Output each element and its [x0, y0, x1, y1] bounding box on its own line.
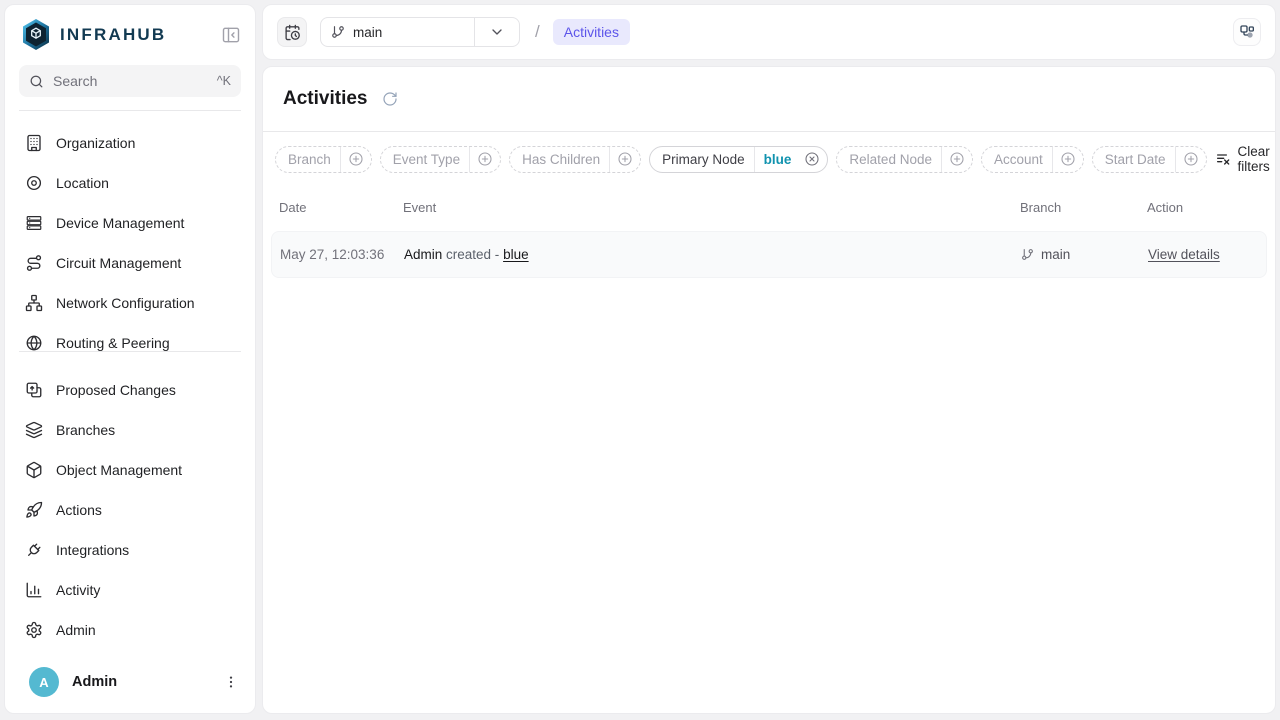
kebab-menu-icon — [223, 674, 239, 690]
remove-filter-icon[interactable] — [797, 151, 827, 167]
layers-icon — [25, 421, 43, 439]
server-icon — [25, 214, 43, 232]
diff-copy-icon — [25, 381, 43, 399]
sidebar-item-activity[interactable]: Activity — [13, 570, 247, 610]
sidebar-nav-secondary: Proposed Changes Branches Object Managem… — [5, 352, 255, 650]
main-panel: Activities Branch Event Type Has Chil — [262, 66, 1276, 714]
schema-graph-icon — [1239, 24, 1255, 40]
cube-icon — [25, 461, 43, 479]
row-action: View details — [1148, 247, 1258, 262]
filter-chip-related-node[interactable]: Related Node — [836, 146, 973, 173]
sidebar-nav-primary: Organization Location Device Management — [5, 111, 255, 351]
refresh-button[interactable] — [380, 89, 400, 109]
column-header-branch: Branch — [1020, 200, 1147, 215]
sidebar-header: INFRAHUB — [5, 5, 255, 61]
git-branch-icon — [331, 25, 345, 39]
sidebar-item-actions[interactable]: Actions — [13, 490, 247, 530]
sidebar-item-routing-peering[interactable]: Routing & Peering — [13, 323, 247, 351]
sidebar-item-admin[interactable]: Admin — [13, 610, 247, 650]
row-event: Admin created - blue — [404, 247, 1021, 262]
search-input[interactable]: Search ^K — [19, 65, 241, 97]
column-header-event: Event — [403, 200, 1020, 215]
add-filter-icon — [610, 151, 640, 167]
sidebar-item-branches[interactable]: Branches — [13, 410, 247, 450]
chevron-down-icon — [475, 24, 519, 40]
add-filter-icon — [470, 151, 500, 167]
sidebar-item-integrations[interactable]: Integrations — [13, 530, 247, 570]
sidebar-item-device-management[interactable]: Device Management — [13, 203, 247, 243]
filter-chip-has-children[interactable]: Has Children — [509, 146, 641, 173]
add-filter-icon — [942, 151, 972, 167]
search-shortcut: ^K — [217, 74, 231, 88]
row-date: May 27, 12:03:36 — [280, 247, 404, 262]
user-name: Admin — [72, 674, 117, 690]
column-header-action: Action — [1147, 200, 1259, 215]
globe-icon — [25, 334, 43, 351]
clear-filters-button[interactable]: Clear filters — [1215, 144, 1270, 174]
top-bar: main / Activities — [262, 4, 1276, 60]
breadcrumb-separator: / — [535, 22, 540, 42]
row-branch-name: main — [1041, 247, 1070, 262]
git-branch-icon — [1021, 248, 1034, 261]
filter-chip-branch[interactable]: Branch — [275, 146, 372, 173]
page-header: Activities — [263, 67, 1275, 132]
infrahub-logo-icon — [21, 18, 51, 51]
filter-x-icon — [1215, 151, 1231, 167]
location-icon — [25, 174, 43, 192]
bar-chart-icon — [25, 581, 43, 599]
search-placeholder: Search — [53, 73, 97, 89]
column-header-date: Date — [279, 200, 403, 215]
table-header: Date Event Branch Action — [263, 184, 1275, 227]
filter-bar: Branch Event Type Has Children Primary N… — [263, 132, 1275, 184]
collapse-sidebar-button[interactable] — [219, 23, 243, 47]
view-details-link[interactable]: View details — [1148, 247, 1220, 262]
plug-icon — [25, 541, 43, 559]
refresh-icon — [382, 91, 398, 107]
route-icon — [25, 254, 43, 272]
gear-icon — [25, 621, 43, 639]
add-filter-icon — [1176, 151, 1206, 167]
panel-left-close-icon — [221, 25, 241, 45]
user-menu: A Admin — [5, 655, 255, 713]
filter-chip-start-date[interactable]: Start Date — [1092, 146, 1207, 173]
schema-visualizer-button[interactable] — [1233, 18, 1261, 46]
sidebar-item-proposed-changes[interactable]: Proposed Changes — [13, 370, 247, 410]
search-icon — [29, 74, 44, 89]
event-actor: Admin — [404, 247, 442, 262]
network-icon — [25, 294, 43, 312]
row-branch: main — [1021, 247, 1148, 262]
calendar-clock-icon — [284, 24, 301, 41]
add-filter-icon — [341, 151, 371, 167]
event-verb: created - — [446, 247, 499, 262]
filter-value: blue — [755, 152, 798, 167]
event-object-link[interactable]: blue — [503, 247, 529, 262]
filter-chip-event-type[interactable]: Event Type — [380, 146, 501, 173]
avatar: A — [29, 667, 59, 697]
breadcrumb-activities[interactable]: Activities — [553, 19, 630, 45]
page-title: Activities — [283, 88, 367, 110]
app-name: INFRAHUB — [60, 25, 166, 45]
sidebar-item-circuit-management[interactable]: Circuit Management — [13, 243, 247, 283]
branch-name: main — [353, 25, 382, 40]
add-filter-icon — [1053, 151, 1083, 167]
table-row[interactable]: May 27, 12:03:36 Admin created - blue ma… — [271, 231, 1267, 278]
branch-selector[interactable]: main — [320, 17, 520, 47]
sidebar: INFRAHUB Search ^K Organization — [4, 4, 256, 714]
user-menu-button[interactable] — [221, 672, 241, 692]
sidebar-item-location[interactable]: Location — [13, 163, 247, 203]
filter-chip-account[interactable]: Account — [981, 146, 1084, 173]
sidebar-item-network-configuration[interactable]: Network Configuration — [13, 283, 247, 323]
building-icon — [25, 134, 43, 152]
sidebar-item-organization[interactable]: Organization — [13, 123, 247, 163]
filter-chip-primary-node[interactable]: Primary Node blue — [649, 146, 828, 173]
sidebar-item-object-management[interactable]: Object Management — [13, 450, 247, 490]
rocket-icon — [25, 501, 43, 519]
time-travel-button[interactable] — [277, 17, 307, 47]
